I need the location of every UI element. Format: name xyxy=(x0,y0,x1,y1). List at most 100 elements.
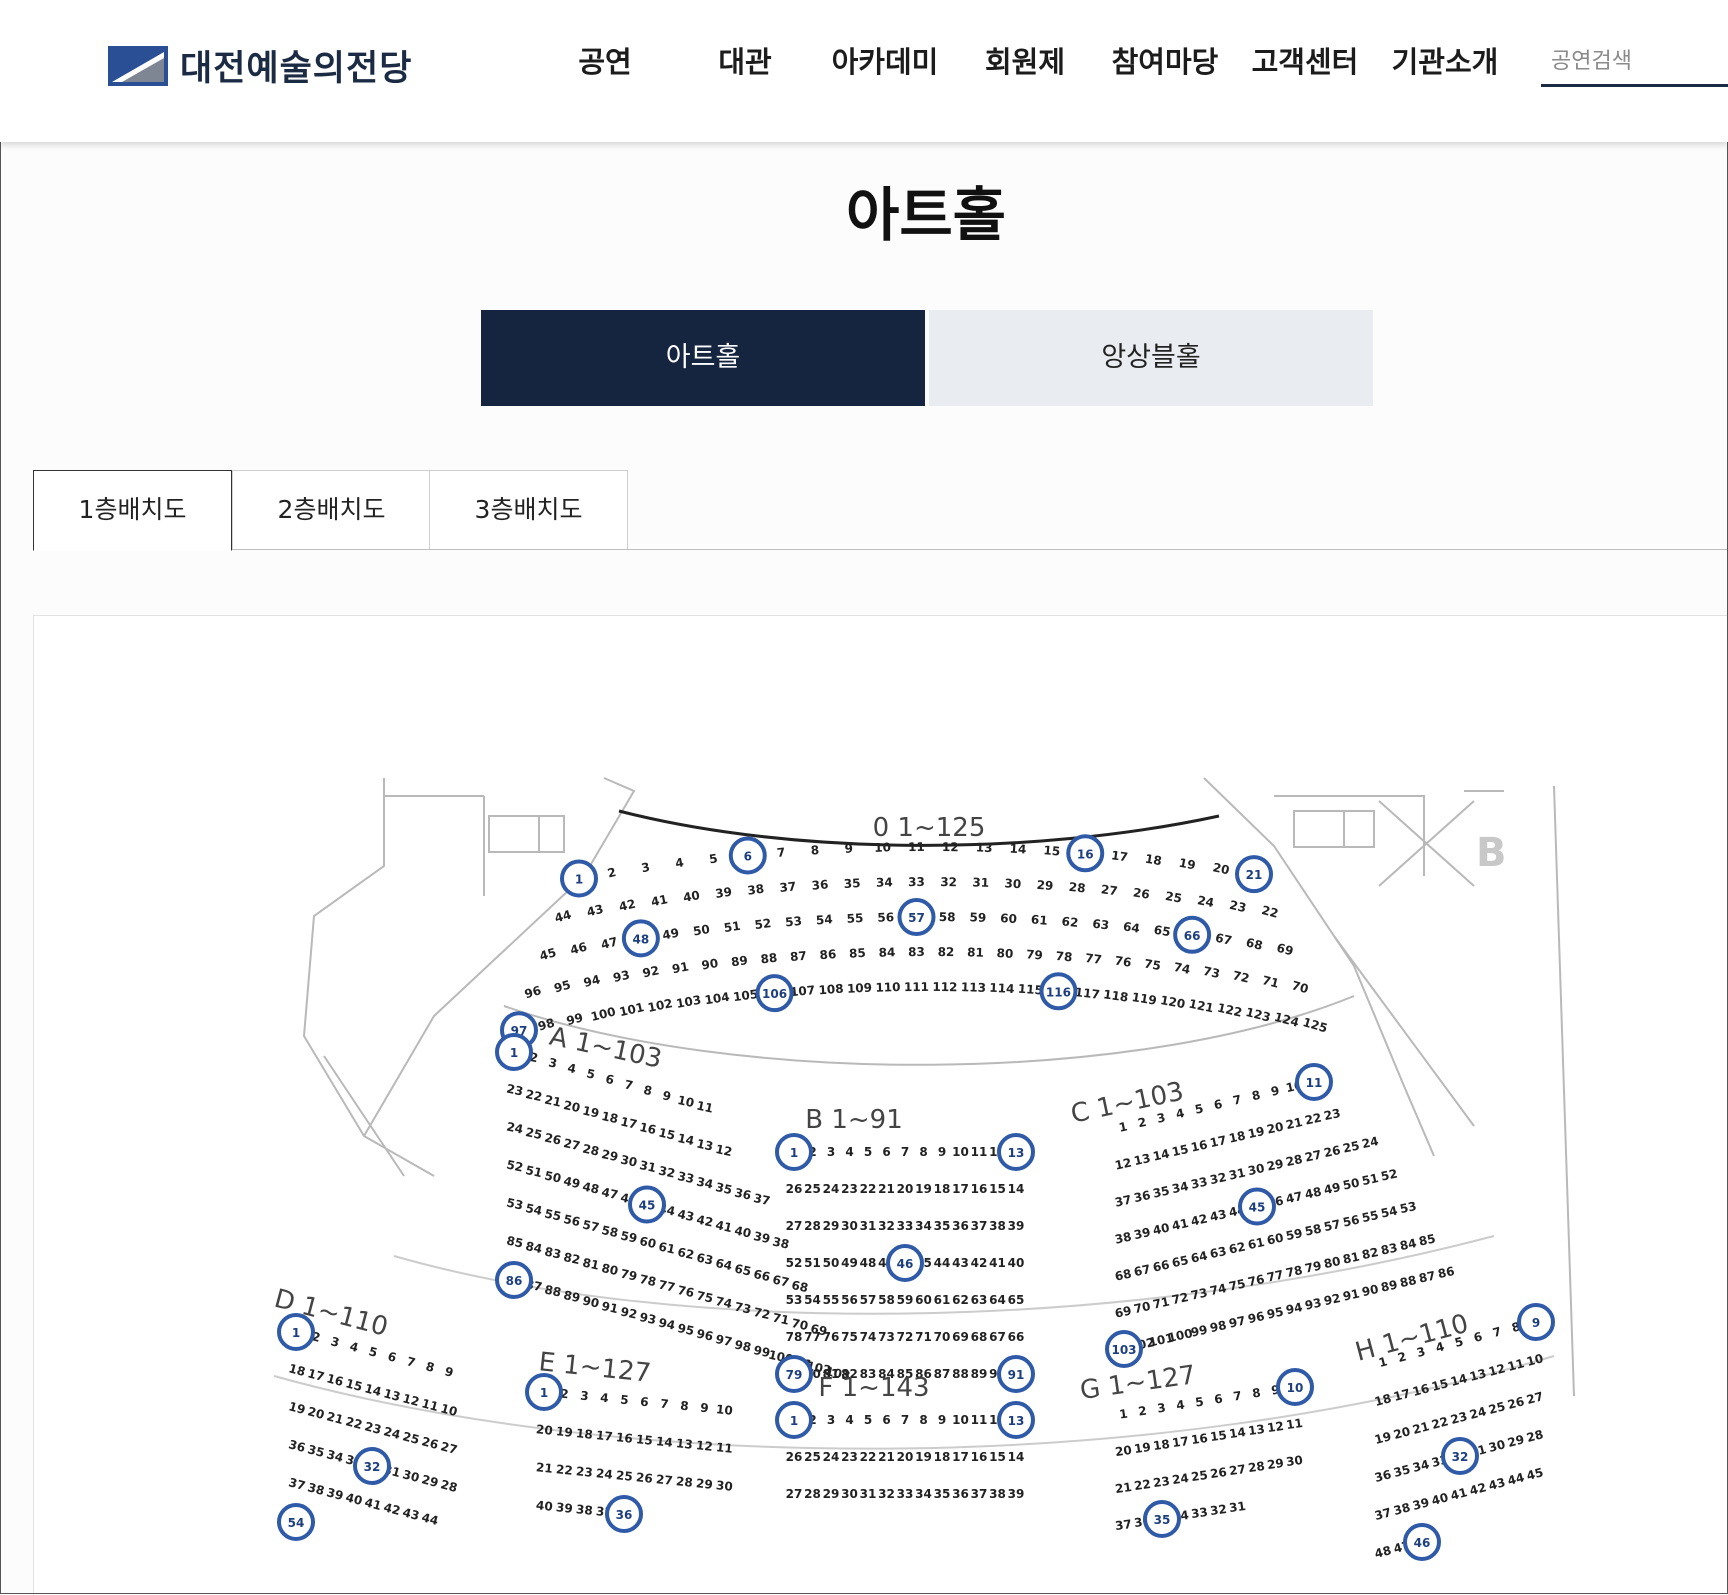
seat-number: 38 xyxy=(1392,1500,1412,1518)
seat-number: 77 xyxy=(657,1278,676,1295)
nav-membership[interactable]: 회원제 xyxy=(955,38,1095,86)
seat-number: 10 xyxy=(676,1093,695,1110)
seat-number: 69 xyxy=(1275,941,1295,959)
tab-floor-2[interactable]: 2층배치도 xyxy=(232,470,431,549)
nav-rental[interactable]: 대관 xyxy=(675,38,815,86)
seat-number: 4 xyxy=(845,1145,853,1159)
seat-number: 40 xyxy=(1008,1256,1025,1270)
seat-number: 61 xyxy=(934,1293,951,1307)
seat-marker-number: 32 xyxy=(1452,1450,1469,1464)
seat-number: 15 xyxy=(1043,843,1061,858)
seat-number: 51 xyxy=(723,919,742,935)
seat-number: 7 xyxy=(1232,1389,1242,1404)
seat-number: 76 xyxy=(1114,954,1133,970)
seat-number: 120 xyxy=(1159,993,1186,1011)
seat-number: 53 xyxy=(1399,1199,1418,1216)
seat-number: 24 xyxy=(595,1466,613,1482)
seat-number: 83 xyxy=(908,945,925,959)
seat-number: 7 xyxy=(901,1413,909,1427)
nav-community[interactable]: 참여마당 xyxy=(1095,38,1235,86)
tab-floor-3[interactable]: 3층배치도 xyxy=(429,470,628,549)
seat-number: 19 xyxy=(915,1450,932,1464)
tab-ensemble-hall[interactable]: 앙상블홀 xyxy=(929,310,1373,406)
seat-number: 23 xyxy=(1228,898,1247,915)
seat-number: 48 xyxy=(1373,1543,1393,1561)
seat-number: 38 xyxy=(989,1219,1006,1233)
seat-number: 15 xyxy=(989,1182,1006,1196)
seat-number: 13 xyxy=(382,1386,402,1404)
seat-number: 26 xyxy=(543,1131,562,1148)
seat-marker-number: 66 xyxy=(1184,929,1201,943)
seat-number: 98 xyxy=(733,1338,752,1355)
nav-academy[interactable]: 아카데미 xyxy=(815,38,955,86)
seat-number: 17 xyxy=(306,1366,326,1384)
page-title: 아트홀 xyxy=(845,181,1007,249)
seat-number: 23 xyxy=(505,1082,524,1099)
seat-number: 36 xyxy=(287,1437,307,1455)
seat-number: 9 xyxy=(844,841,853,855)
seat-number: 17 xyxy=(619,1115,638,1132)
nav-performance[interactable]: 공연 xyxy=(535,38,675,86)
seat-number: 65 xyxy=(1153,923,1172,940)
seat-number: 59 xyxy=(619,1229,638,1246)
seat-number: 11 xyxy=(420,1396,440,1414)
seat-number: 93 xyxy=(1304,1296,1323,1313)
seat-number: 11 xyxy=(971,1413,988,1427)
tab-floor-1[interactable]: 1층배치도 xyxy=(33,470,232,551)
seat-number: 21 xyxy=(325,1409,345,1427)
seat-number: 2 xyxy=(1137,1404,1147,1419)
seat-number: 43 xyxy=(401,1505,421,1523)
nav-about[interactable]: 기관소개 xyxy=(1375,38,1515,86)
seat-number: 25 xyxy=(1190,1468,1208,1484)
tab-art-hall[interactable]: 아트홀 xyxy=(481,310,925,406)
search-input[interactable] xyxy=(1541,40,1723,82)
seat-number: 39 xyxy=(1133,1225,1152,1242)
seat-number: 36 xyxy=(733,1186,752,1203)
seat-number: 53 xyxy=(785,914,803,930)
seat-number: 18 xyxy=(1373,1391,1393,1409)
seat-number: 27 xyxy=(1228,1462,1246,1478)
seat-number: 16 xyxy=(325,1371,345,1389)
seat-number: 21 xyxy=(878,1182,895,1196)
seat-number: 67 xyxy=(989,1330,1006,1344)
seat-number: 16 xyxy=(971,1182,988,1196)
seat-number: 89 xyxy=(562,1288,581,1305)
seat-marker-number: 11 xyxy=(1306,1076,1323,1090)
seat-number: 41 xyxy=(1171,1216,1190,1233)
seat-number: 86 xyxy=(819,947,837,962)
logo[interactable]: 대전예술의전당 xyxy=(108,40,412,91)
seat-number: 25 xyxy=(804,1182,821,1196)
seat-number: 84 xyxy=(1399,1236,1418,1253)
seat-number: 123 xyxy=(1244,1005,1272,1025)
seat-number: 32 xyxy=(878,1219,895,1233)
seat-number: 36 xyxy=(952,1487,969,1501)
seat-number: 21 xyxy=(543,1093,562,1110)
seat-marker-number: 106 xyxy=(762,987,787,1001)
seat-number: 42 xyxy=(695,1213,714,1230)
seat-number: 51 xyxy=(804,1256,821,1270)
seat-number: 24 xyxy=(1361,1134,1380,1151)
seat-number: 67 xyxy=(1133,1262,1152,1279)
nav-customer-center[interactable]: 고객센터 xyxy=(1235,38,1375,86)
seat-number: 94 xyxy=(582,972,602,990)
seat-number: 51 xyxy=(1361,1171,1380,1188)
seat-number: 61 xyxy=(657,1240,676,1257)
seat-number: 39 xyxy=(714,885,733,901)
seat-marker-number: 103 xyxy=(1111,1343,1136,1357)
seat-number: 59 xyxy=(1285,1226,1304,1243)
seat-number: 59 xyxy=(969,910,986,925)
seat-number: 22 xyxy=(1133,1477,1151,1493)
seat-number: 54 xyxy=(804,1293,821,1307)
seat-number: 57 xyxy=(860,1293,877,1307)
seat-number: 68 xyxy=(971,1330,988,1344)
seat-number: 65 xyxy=(733,1262,752,1279)
seat-number: 118 xyxy=(1102,987,1129,1004)
seat-number: 50 xyxy=(823,1256,840,1270)
seat-number: 29 xyxy=(1266,1456,1284,1472)
seat-number: 73 xyxy=(1190,1286,1209,1303)
seat-number: 27 xyxy=(655,1472,673,1488)
seat-number: 19 xyxy=(915,1182,932,1196)
seat-number: 75 xyxy=(1228,1277,1247,1294)
seat-marker-number: 45 xyxy=(1249,1201,1266,1215)
seat-number: 9 xyxy=(938,1413,946,1427)
